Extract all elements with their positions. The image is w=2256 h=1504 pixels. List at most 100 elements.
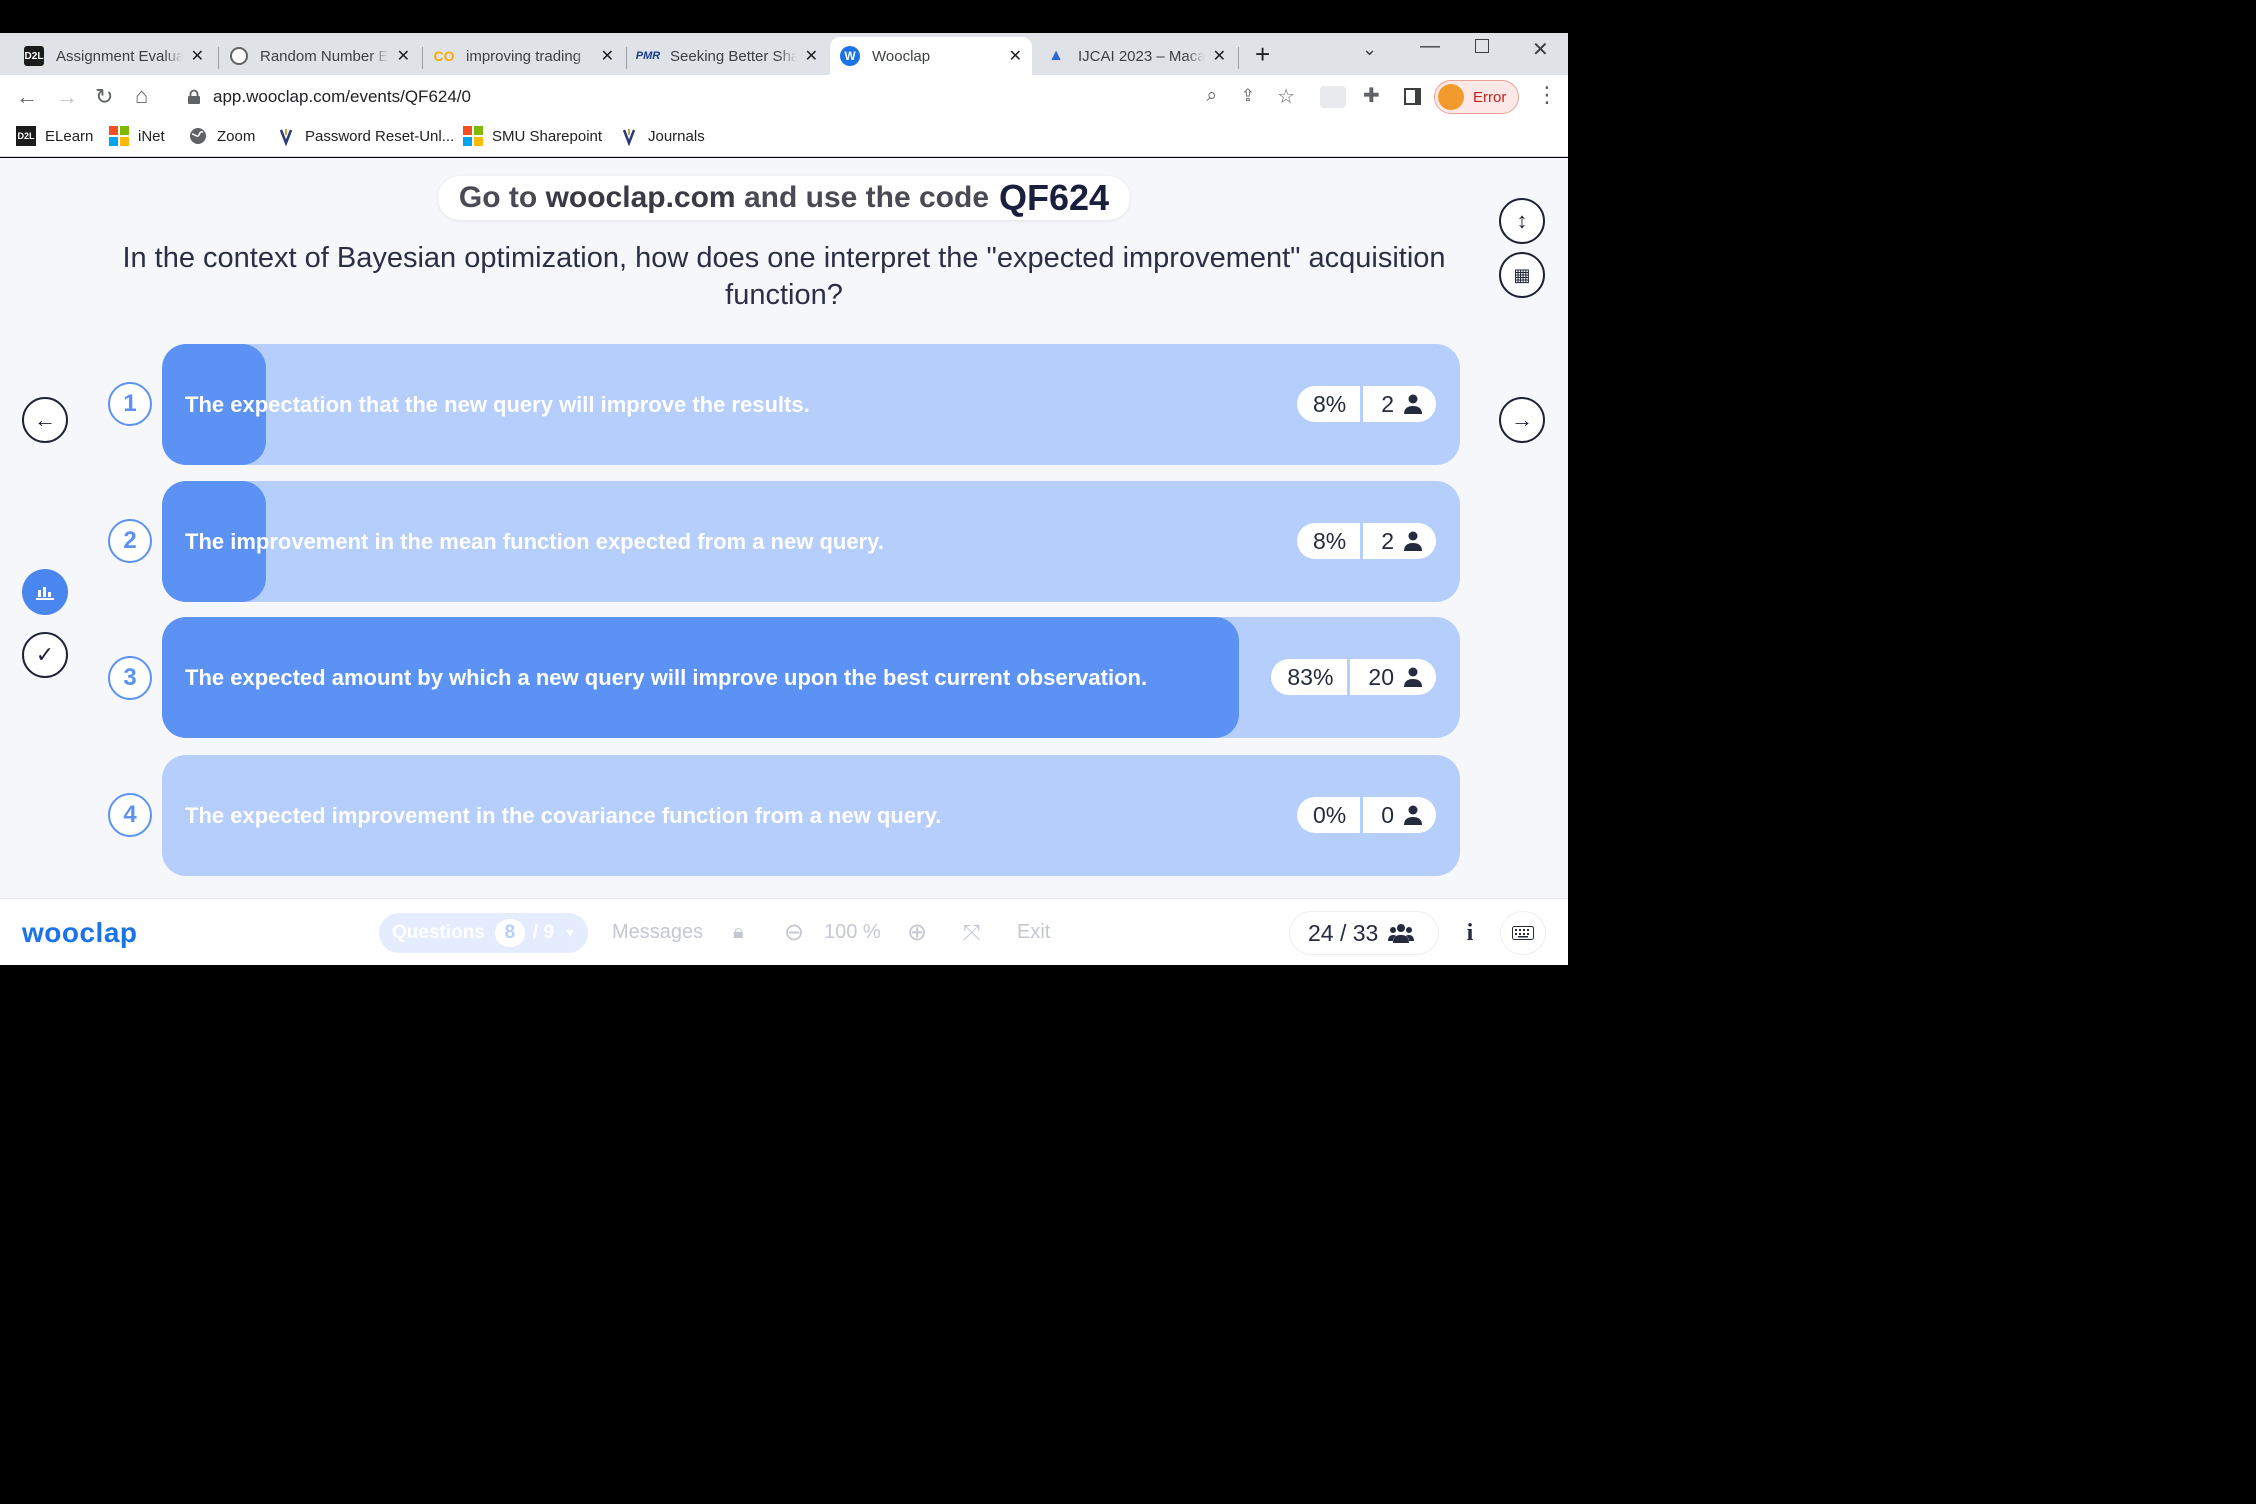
- answer-stats: 83% 20: [1271, 659, 1436, 695]
- tab-search-chevron-icon[interactable]: ⌄: [1362, 39, 1377, 60]
- info-icon[interactable]: i: [1449, 912, 1491, 954]
- restore-icon[interactable]: [1475, 39, 1489, 53]
- bookmark-label: Password Reset-Unl...: [305, 127, 455, 145]
- openai-favicon-icon: [230, 47, 248, 65]
- close-tab-icon[interactable]: ✕: [1213, 46, 1226, 66]
- d2l-favicon-icon: D2L: [24, 46, 44, 66]
- previous-question-icon[interactable]: ←: [22, 397, 68, 443]
- bookmark-label: Journals: [648, 127, 705, 145]
- qr-code-icon[interactable]: ▦: [1499, 252, 1545, 298]
- questions-selector[interactable]: Questions 8 / 9 ▼: [379, 913, 588, 953]
- questions-total: / 9: [532, 922, 555, 943]
- wooclap-presentation: Go to wooclap.com and use the code QF624…: [0, 158, 1568, 898]
- answer-count: 20: [1368, 663, 1394, 690]
- tab-seeking-better[interactable]: PMR Seeking Better Sha ✕: [628, 37, 828, 75]
- close-tab-icon[interactable]: ✕: [601, 46, 614, 66]
- tab-title: improving trading: [466, 47, 582, 65]
- tab-title: Wooclap: [872, 47, 931, 65]
- close-tab-icon[interactable]: ✕: [191, 46, 204, 66]
- new-tab-icon[interactable]: +: [1255, 39, 1270, 70]
- reload-icon[interactable]: ↻: [95, 86, 113, 108]
- close-tab-icon[interactable]: ✕: [1009, 46, 1022, 66]
- user-icon: [1404, 394, 1422, 414]
- banner-site: wooclap.com: [545, 181, 736, 214]
- zoom-out-icon[interactable]: ⊖: [784, 899, 804, 966]
- tab-assignment[interactable]: D2L Assignment Evaluat ✕: [14, 37, 214, 75]
- next-question-icon[interactable]: →: [1499, 397, 1545, 443]
- participants-counter: 24 / 33: [1290, 912, 1438, 954]
- close-window-icon[interactable]: ✕: [1532, 37, 1549, 62]
- zoom-in-icon[interactable]: ⊕: [907, 899, 927, 966]
- banner-prefix: Go to: [458, 181, 538, 214]
- exit-button[interactable]: Exit: [1017, 899, 1050, 966]
- profile-error-button[interactable]: Error: [1434, 80, 1519, 114]
- bookmark-zoom[interactable]: Zoom: [188, 119, 255, 153]
- url-text[interactable]: app.wooclap.com/events/QF624/0: [213, 87, 471, 107]
- participants-count: 24 / 33: [1308, 919, 1379, 946]
- close-tab-icon[interactable]: ✕: [397, 46, 410, 66]
- answer-percent: 83%: [1271, 659, 1351, 695]
- tab-title: Assignment Evaluat: [56, 47, 183, 65]
- minimize-icon[interactable]: —: [1420, 35, 1440, 58]
- keyboard-icon[interactable]: [1501, 912, 1545, 954]
- bookmark-journals[interactable]: Journals: [619, 119, 705, 153]
- answer-text: The expected amount by which a new query…: [185, 664, 1148, 690]
- bookmark-inet[interactable]: iNet: [109, 119, 165, 153]
- home-icon[interactable]: ⌂: [135, 85, 148, 107]
- windows-icon: [463, 126, 483, 146]
- smu-icon: [279, 129, 293, 146]
- fullscreen-icon[interactable]: ⤧: [963, 899, 981, 966]
- bookmark-star-icon[interactable]: ☆: [1277, 84, 1295, 109]
- tab-random-number[interactable]: Random Number E ✕: [220, 37, 420, 75]
- current-question-number: 8: [494, 919, 525, 947]
- user-icon: [1404, 667, 1422, 687]
- zoom-icon[interactable]: ⌕: [1206, 85, 1217, 107]
- banner-middle: and use the code: [743, 181, 990, 214]
- browser-toolbar: ← → ↻ ⌂ app.wooclap.com/events/QF624/0 ⌕…: [0, 75, 1568, 119]
- ijcai-favicon-icon: ▲: [1048, 47, 1064, 64]
- messages-button[interactable]: Messages: [612, 899, 703, 966]
- user-icon: [1404, 531, 1422, 551]
- extension-icon[interactable]: [1320, 86, 1346, 108]
- extensions-puzzle-icon[interactable]: ✚: [1363, 85, 1380, 107]
- bookmark-smu-sharepoint[interactable]: SMU Sharepoint: [463, 119, 602, 153]
- answer-option-4[interactable]: The expected improvement in the covarian…: [162, 755, 1460, 876]
- menu-kebab-icon[interactable]: ⋮: [1536, 84, 1558, 106]
- expand-vertical-icon[interactable]: ↕: [1499, 198, 1545, 244]
- results-chart-icon[interactable]: [22, 569, 68, 615]
- wooclap-footer: wooclap Questions 8 / 9 ▼ Messages 🔒︎ ⊖ …: [0, 898, 1568, 965]
- address-bar[interactable]: app.wooclap.com/events/QF624/0 ⌕ ⇪ ☆: [172, 80, 1307, 114]
- answer-option-2[interactable]: The improvement in the mean function exp…: [162, 481, 1460, 602]
- back-icon[interactable]: ←: [16, 86, 38, 108]
- answer-count: 0: [1381, 801, 1394, 828]
- side-panel-icon[interactable]: [1404, 88, 1421, 105]
- bookmark-elearn[interactable]: D2L ELearn: [16, 119, 93, 153]
- answer-number-2: 2: [108, 519, 152, 563]
- answer-percent: 8%: [1297, 523, 1364, 559]
- bookmark-label: SMU Sharepoint: [492, 127, 603, 145]
- answer-option-3[interactable]: The expected amount by which a new query…: [162, 617, 1460, 738]
- wooclap-logo: wooclap: [22, 916, 138, 948]
- tab-ijcai[interactable]: ▲ IJCAI 2023 – Macao ✕: [1036, 37, 1236, 75]
- bookmark-password-reset[interactable]: Password Reset-Unl...: [276, 119, 454, 153]
- zoom-level: 100 %: [824, 921, 881, 943]
- bookmarks-bar: D2L ELearn iNet Zoom Password Reset-Unl.…: [0, 119, 1568, 157]
- tab-improving-trading[interactable]: CO improving trading ✕: [424, 37, 624, 75]
- close-tab-icon[interactable]: ✕: [805, 46, 818, 66]
- questions-label: Questions: [392, 922, 485, 943]
- answer-text: The expected improvement in the covarian…: [185, 802, 942, 828]
- bookmark-label: Zoom: [217, 127, 256, 145]
- share-icon[interactable]: ⇪: [1241, 86, 1255, 106]
- lock-icon[interactable]: 🔒︎: [733, 899, 744, 966]
- answer-stats: 8% 2: [1296, 386, 1436, 422]
- show-correct-check-icon[interactable]: ✓: [22, 632, 68, 678]
- tab-wooclap[interactable]: W Wooclap ✕: [830, 37, 1032, 75]
- answer-count: 2: [1381, 390, 1394, 417]
- answer-text: The improvement in the mean function exp…: [185, 528, 884, 554]
- forward-icon[interactable]: →: [56, 86, 78, 108]
- globe-icon: [190, 128, 206, 144]
- answer-percent: 8%: [1297, 386, 1364, 422]
- tab-title: IJCAI 2023 – Macao: [1078, 47, 1205, 65]
- profile-error-label: Error: [1473, 88, 1507, 106]
- answer-option-1[interactable]: The expectation that the new query will …: [162, 344, 1460, 465]
